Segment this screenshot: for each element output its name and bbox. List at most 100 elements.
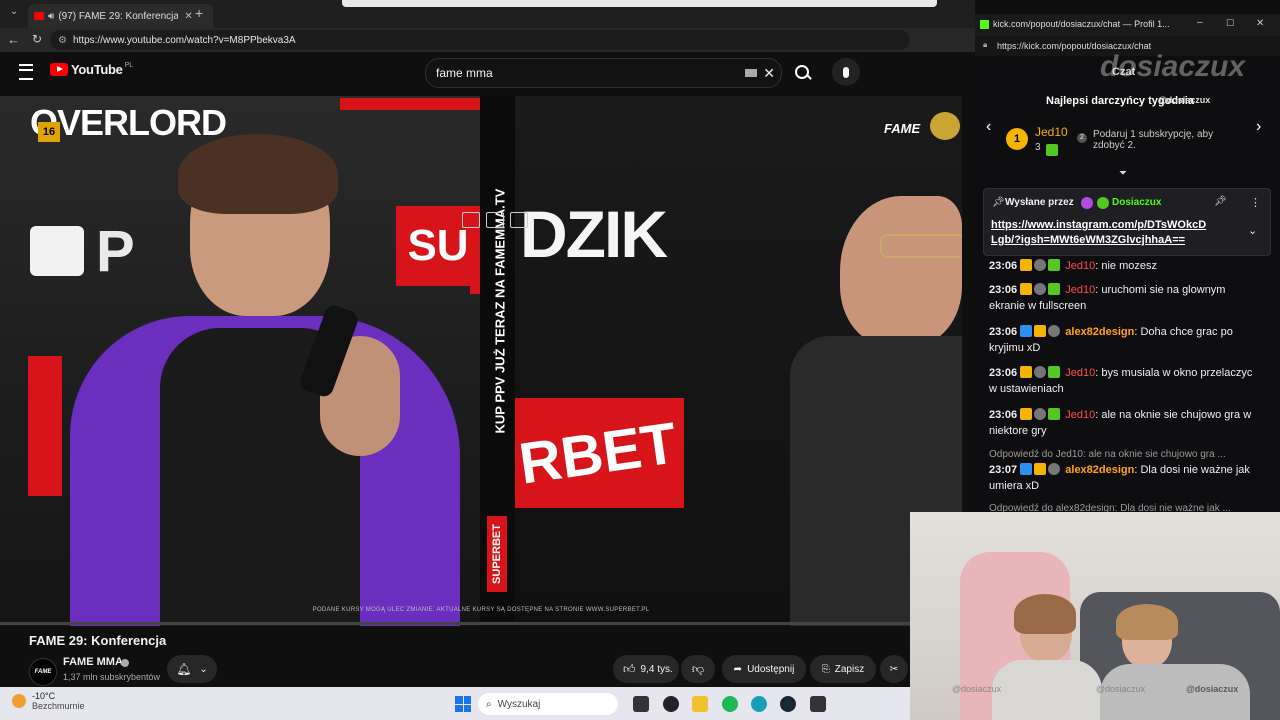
channel-avatar[interactable]: FAME [29,658,57,686]
browser-tab-youtube[interactable]: 🔊︎ (97) FAME 29: Konferencja - YouTube ✕ [28,4,213,28]
share-button[interactable]: ➦ Udostępnij [722,655,806,683]
save-button[interactable]: ⎘ Zapisz [810,655,876,683]
save-label: Zapisz [834,663,865,675]
voice-search-button[interactable] [832,58,860,86]
subscriber-count: 1,37 mln subskrybentów [63,672,161,682]
steam-icon[interactable] [780,696,796,712]
crown-badge-icon [1034,325,1047,337]
keyboard-icon[interactable] [745,69,758,77]
speaker-right-glasses-icon [880,234,962,258]
share-icon: ➦ [733,663,743,675]
left-wall-logo [30,226,84,276]
gift-prompt[interactable]: Podaruj 1 subskrypcję, aby zdobyć 2. [1093,129,1233,151]
file-explorer-icon[interactable] [692,696,708,712]
task-view-icon[interactable] [633,696,649,712]
pinned-by-label: Wysłane przez [1005,197,1074,208]
top-gifter-count: 3 [1035,142,1041,153]
person-left-hair [1014,594,1076,634]
pinned-link[interactable]: https://www.instagram.com/p/DTsWOkcDLgb/… [991,218,1211,248]
message-user[interactable]: Jed10 [1065,284,1095,296]
clip-button[interactable]: ✂ [880,655,908,683]
next-gifter-icon[interactable]: › [1256,118,1261,136]
site-info-icon[interactable]: ⚙︎ [58,35,67,46]
thumbs-up-icon: 👍︎ [623,661,636,676]
message-time: 23:06 [989,260,1018,272]
search-input[interactable]: fame mma ✕ [425,58,782,88]
search-button[interactable] [785,60,819,84]
channel-name[interactable]: FAME MMA [63,656,123,668]
age-rating-badge: 16 [38,122,60,142]
miniplayer-icon[interactable] [462,212,480,228]
app-icon-misc[interactable] [810,696,826,712]
url-text: https://www.youtube.com/watch?v=M8PPbekv… [72,34,296,46]
youtube-logo[interactable]: YouTube PL [50,62,133,77]
chat-watermark-small: @dosiaczux [1158,95,1211,105]
vertical-sponsor-text: SUPERBET [491,524,503,584]
url-field[interactable]: ⚙︎ https://www.youtube.com/watch?v=M8PPb… [50,30,910,50]
notifications-button[interactable]: 🔔︎ ⌄ [167,655,217,683]
person-left-body [992,660,1102,720]
dislike-button[interactable]: 👎︎ [681,655,715,683]
progress-bar[interactable] [0,622,962,625]
webcam-overlay-text: @dosiaczux [1186,684,1239,694]
wolf-badge-icon [1048,325,1061,337]
windows-start-icon[interactable] [455,696,471,712]
edge-icon[interactable] [751,696,767,712]
maximize-icon[interactable]: ☐ [1226,18,1234,29]
reload-icon[interactable]: ↻ [32,32,42,46]
taskbar-search[interactable]: ⌕ Wyszukaj [478,693,618,715]
collapse-gifters-icon[interactable]: ⏷ [1119,168,1127,179]
message-user[interactable]: Jed10 [1065,367,1095,379]
webcam-overlay-text: @dosiaczux [952,684,1002,694]
reply-context[interactable]: Odpowiedź do Jed10: ale na oknie sie chu… [989,449,1259,460]
gifter-rank-badge: 1 [1006,128,1028,150]
search-icon: ⌕ [486,698,492,710]
pinned-by-user[interactable]: Dosiaczux [1112,197,1161,208]
kick-favicon-icon [980,20,989,29]
gift-badge-icon [1048,283,1061,295]
app-icon-dark[interactable] [663,696,679,712]
clear-search-icon[interactable]: ✕ [763,65,775,82]
wolf-badge-icon [1034,283,1047,295]
chat-window-titlebar: kick.com/popout/dosiaczux/chat — Profil … [975,14,1280,36]
minimize-icon[interactable]: – [1197,17,1203,28]
message-time: 23:06 [989,367,1018,379]
message-time: 23:06 [989,326,1018,338]
pen-badge-icon [1020,463,1033,475]
video-player[interactable]: OVERLORD 16 SU DZIK RBET P KUP PPV JUŻ T… [0,96,962,626]
fame-badge-icon [930,112,960,140]
close-tab-icon[interactable]: ✕ [184,11,192,22]
top-gifter-name[interactable]: Jed10 [1035,125,1068,139]
hamburger-menu-icon[interactable] [19,64,33,80]
moon-icon [12,694,26,708]
message-time: 23:07 [989,464,1018,476]
search-query: fame mma [436,66,493,80]
wolf-badge-icon [1034,408,1047,420]
message-user[interactable]: Jed10 [1065,260,1095,272]
spotify-icon[interactable] [722,696,738,712]
sponsor-wall-right-text: DZIK [520,197,668,271]
scissors-icon: ✂ [889,663,899,675]
back-icon[interactable]: ← [7,32,20,47]
tab-title: (97) FAME 29: Konferencja - YouTube [58,10,179,22]
speaker-right-head [840,196,962,346]
message-user[interactable]: Jed10 [1065,409,1095,421]
lock-icon: 🔒︎ [983,40,988,49]
chat-message: 23:06 Jed10: ale na oknie sie chujowo gr… [989,407,1254,439]
more-options-icon[interactable]: ⋮ [1250,196,1261,209]
like-button[interactable]: 👍︎ 9,4 tys. [613,655,679,683]
weather-widget[interactable]: -10°C Bezchmurnie [12,691,85,711]
wolf-badge-icon [1034,259,1047,271]
message-user[interactable]: alex82design [1065,464,1134,476]
audio-icon[interactable]: 🔊︎ [48,11,54,22]
pip-icon[interactable] [486,212,504,228]
new-tab-button[interactable]: + [195,5,203,21]
prev-gifter-icon[interactable]: ‹ [986,118,991,136]
tab-list-button[interactable]: ⌄ [6,6,22,22]
unpin-icon[interactable]: 📌︎ [1214,196,1227,207]
verified-icon [121,659,129,667]
expand-pinned-icon[interactable]: ⌄ [1248,224,1257,237]
close-window-icon[interactable]: ✕ [1256,18,1264,29]
expand-icon[interactable] [510,212,528,228]
message-user[interactable]: alex82design [1065,326,1134,338]
